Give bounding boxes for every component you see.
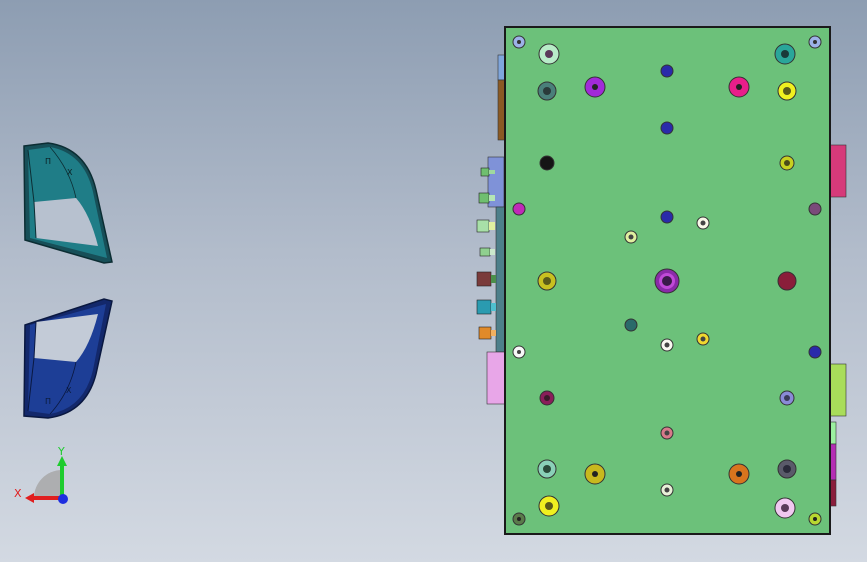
plate-hole — [624, 318, 638, 332]
cooling-fitting — [476, 299, 496, 315]
upper-part-model[interactable]: П Х — [23, 142, 113, 264]
plate-hole — [777, 271, 797, 291]
cooling-fitting — [476, 271, 496, 287]
side-block — [829, 144, 847, 198]
lower-part-model[interactable]: П Х — [23, 298, 113, 419]
coordinate-triad-icon: Y X — [14, 445, 68, 504]
cad-viewport[interactable]: П Х П Х Y X — [0, 0, 867, 562]
plate-hole — [512, 202, 526, 216]
cooling-fitting — [479, 247, 495, 257]
plate-hole — [660, 64, 674, 78]
side-block — [486, 351, 506, 405]
lower-part-mark-2: Х — [66, 386, 72, 395]
upper-part-mark-2: Х — [67, 168, 73, 177]
cooling-fitting — [476, 219, 495, 233]
mold-plate-assembly[interactable] — [476, 26, 847, 535]
plate-hole — [660, 210, 674, 224]
x-axis-label: X — [14, 487, 22, 500]
plate-hole — [808, 202, 822, 216]
plate-hole — [808, 345, 822, 359]
y-axis-label: Y — [57, 445, 65, 458]
cooling-fitting — [478, 326, 496, 340]
plate-hole — [660, 121, 674, 135]
upper-part-mark-1: П — [45, 157, 51, 166]
lower-part-mark-1: П — [45, 397, 51, 406]
plate-hole — [539, 155, 555, 171]
side-block — [829, 363, 847, 417]
